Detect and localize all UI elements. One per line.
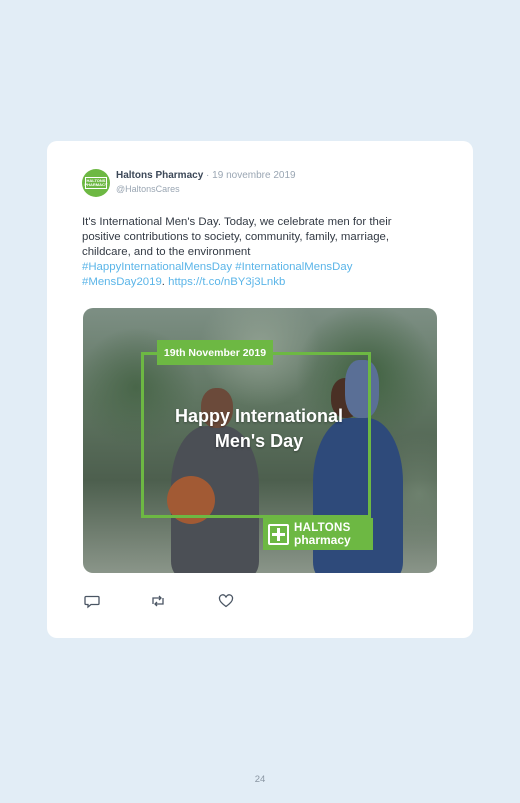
reply-icon[interactable] [84,593,100,609]
tweet-image[interactable]: 19th November 2019 Happy International M… [83,308,437,573]
haltons-logo: HALTONS pharmacy [263,518,373,550]
tweet-body: It's International Men's Day. Today, we … [82,216,392,258]
author-name[interactable]: Haltons Pharmacy [116,170,203,181]
tweet-text: It's International Men's Day. Today, we … [82,216,392,288]
tweet-actions [84,593,244,611]
hashtag-link[interactable]: #InternationalMensDay [235,261,352,273]
avatar-logo: HALTONS PHARMACY [84,177,108,189]
retweet-icon[interactable] [150,593,166,609]
hashtag-link[interactable]: #MensDay2019 [82,276,162,288]
headline: Happy International Men's Day [174,406,344,451]
tweet-card: HALTONS PHARMACY Haltons Pharmacy · 19 n… [47,141,473,638]
author-handle[interactable]: @HaltonsCares [116,184,180,194]
separator: · [206,170,210,181]
heart-icon[interactable] [218,593,234,609]
author-row: Haltons Pharmacy · 19 novembre 2019 [116,170,296,181]
url-link[interactable]: https://t.co/nBY3j3Lnkb [168,276,285,288]
logo-line2: pharmacy [294,533,351,547]
logo-text: HALTONS pharmacy [294,522,351,546]
date-tag: 19th November 2019 [157,340,273,365]
avatar[interactable]: HALTONS PHARMACY [82,169,110,197]
tweet-date[interactable]: 19 novembre 2019 [212,170,295,181]
page-number: 24 [254,774,266,785]
hashtag-link[interactable]: #HappyInternationalMensDay [82,261,232,273]
plus-icon [268,523,289,545]
